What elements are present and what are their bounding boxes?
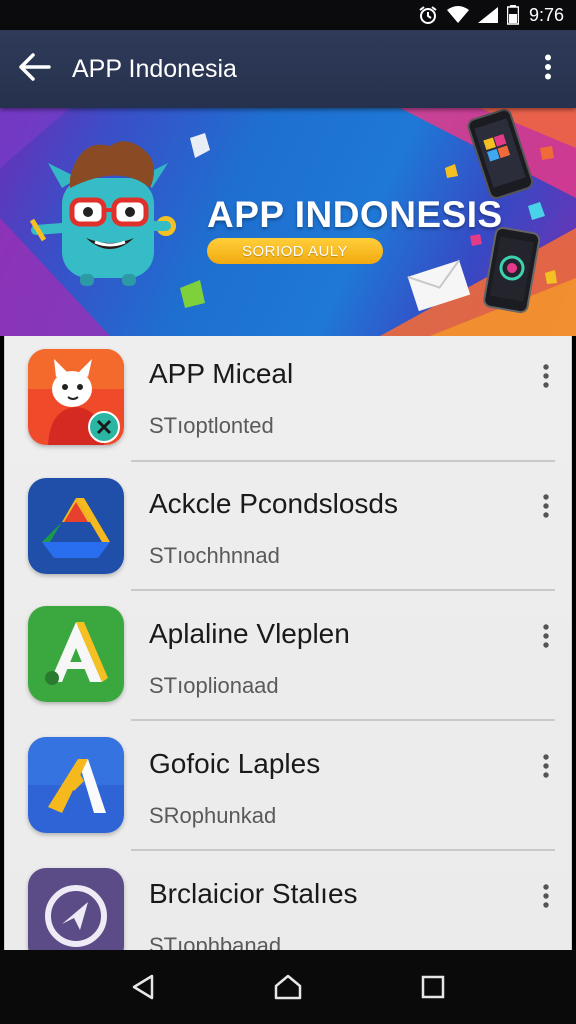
nav-back-button[interactable] [113, 957, 173, 1017]
green-a-icon [28, 606, 124, 702]
app-subtitle: STıoplionaad [149, 673, 279, 698]
home-icon [274, 974, 302, 1000]
page-title: APP Indonesia [72, 54, 237, 83]
app-subtitle: STıophbanad [149, 933, 282, 950]
drive-triangle-icon [28, 478, 124, 574]
more-vertical-icon [544, 54, 552, 85]
divider [131, 460, 555, 462]
battery-icon [506, 5, 519, 25]
app-subtitle: STıochhnnad [149, 543, 280, 568]
app-subtitle: SRophunkad [149, 803, 277, 828]
nav-recents-button[interactable] [403, 957, 463, 1017]
purple-circle-icon [28, 868, 124, 950]
more-vertical-icon [543, 364, 549, 388]
item-more-button[interactable] [531, 486, 561, 526]
more-vertical-icon [543, 624, 549, 648]
status-bar: 9:76 [0, 0, 576, 30]
app-name: APP Miceal [149, 358, 294, 389]
wifi-icon [446, 6, 469, 24]
item-more-button[interactable] [531, 356, 561, 396]
status-time: 9:76 [528, 4, 564, 25]
app-toolbar: APP Indonesia [0, 30, 576, 108]
item-more-button[interactable] [531, 876, 561, 916]
alarm-icon [417, 5, 439, 25]
banner-pill[interactable]: SORIOD AULY [207, 238, 383, 264]
app-name: Gofoic Laples [149, 748, 321, 779]
mascot-icon [29, 141, 176, 286]
list-item[interactable]: APP Miceal STıoptlonted [5, 336, 571, 466]
divider [131, 589, 555, 591]
more-vertical-icon [543, 884, 549, 908]
item-more-button[interactable] [531, 746, 561, 786]
list-item[interactable]: Aplaline Vleplen STıoplionaad [5, 596, 571, 726]
more-vertical-icon [543, 494, 549, 518]
list-item[interactable]: Ackcle Pcondslosds STıochhnnad [5, 466, 571, 596]
app-subtitle: STıoptlonted [149, 413, 274, 438]
fox-mascot-icon [28, 349, 124, 445]
promo-banner[interactable]: APP INDONESIS SORIOD AULY [0, 108, 576, 336]
app-name: Ackcle Pcondslosds [149, 488, 399, 519]
banner-title: APP INDONESIS [207, 194, 503, 235]
item-more-button[interactable] [531, 616, 561, 656]
nav-home-button[interactable] [258, 957, 318, 1017]
app-name: Brclaicior Stalıes [149, 878, 358, 909]
list-item[interactable]: Gofoic Laples SRophunkad [5, 726, 571, 856]
list-item[interactable]: Brclaicior Stalıes STıophbanad [5, 856, 571, 950]
divider [131, 849, 555, 851]
overflow-menu-button[interactable] [520, 30, 576, 108]
system-nav-bar [0, 950, 576, 1024]
back-button[interactable] [0, 30, 70, 108]
app-name: Aplaline Vleplen [149, 618, 350, 649]
arrow-left-icon [19, 52, 51, 86]
signal-icon [477, 6, 499, 24]
recents-icon [422, 975, 445, 999]
blue-ads-icon [28, 737, 124, 833]
app-list: APP Miceal STıoptlonted Ackcle Pcondslos… [4, 336, 572, 950]
back-triangle-icon [132, 974, 153, 1000]
more-vertical-icon [543, 754, 549, 778]
divider [131, 719, 555, 721]
